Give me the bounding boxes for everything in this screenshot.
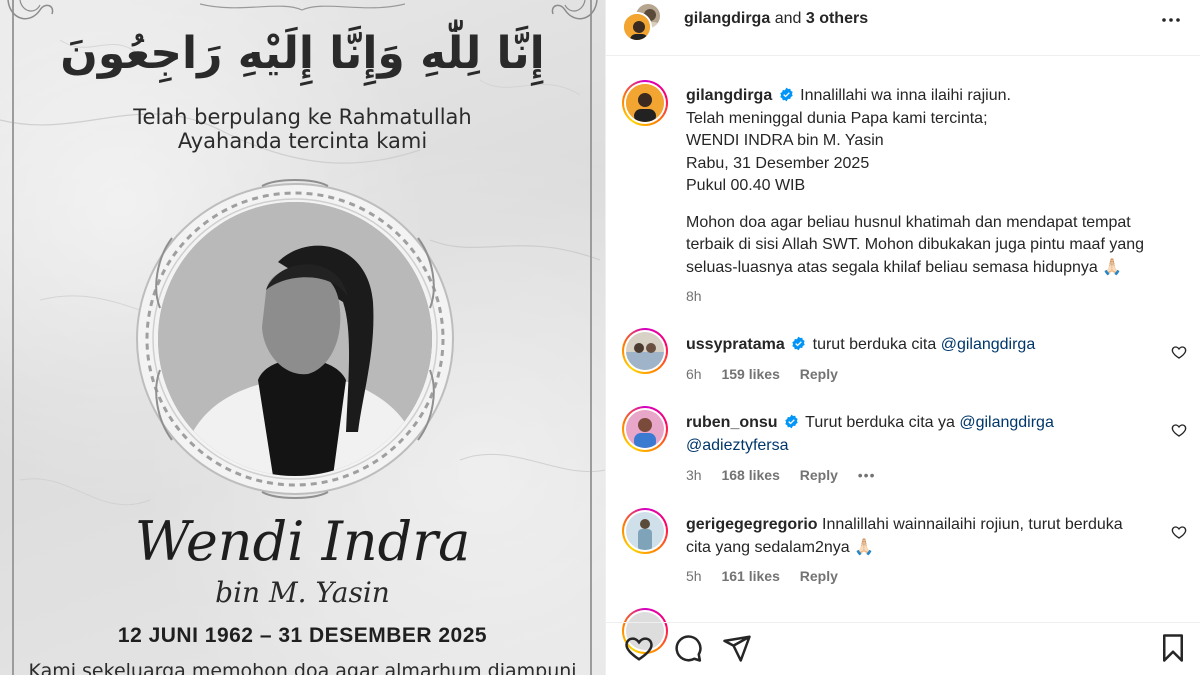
deceased-patronym: bin M. Yasin xyxy=(215,576,390,609)
more-horizontal-icon[interactable] xyxy=(1159,8,1183,32)
header-title: gilangdirga and 3 others xyxy=(684,10,868,28)
share-icon[interactable] xyxy=(722,633,752,663)
caption-line-2: Telah meninggal dunia Papa kami tercinta… xyxy=(686,109,988,127)
comment-reply-button[interactable]: Reply xyxy=(800,366,838,382)
comment-text: gerigegegregorio Innalillahi wainnailaih… xyxy=(686,514,1156,559)
comment-reply-button[interactable]: Reply xyxy=(800,568,838,584)
verified-badge-icon xyxy=(780,87,793,102)
comment-username[interactable]: ruben_onsu xyxy=(686,414,778,431)
caption-avatar[interactable] xyxy=(622,80,668,126)
portrait-silhouette xyxy=(158,202,432,476)
life-dates: 12 JUNI 1962 – 31 DESEMBER 2025 xyxy=(117,624,488,647)
comment-more-options[interactable]: ••• xyxy=(858,467,876,483)
comment-username[interactable]: gerigegegregorio xyxy=(686,516,818,533)
comment-time[interactable]: 3h xyxy=(686,467,702,483)
deceased-name: Wendi Indra xyxy=(134,510,471,573)
comment-avatar[interactable] xyxy=(622,406,668,452)
caption-username[interactable]: gilangdirga xyxy=(686,87,772,104)
closing-text: Kami sekeluarga memohon doa agar almarhu… xyxy=(28,660,577,675)
right-frame-line xyxy=(590,0,592,675)
collab-avatar-front xyxy=(622,12,652,42)
comment-username[interactable]: ussypratama xyxy=(686,336,785,353)
header-connector: and xyxy=(774,10,802,27)
collab-avatars[interactable] xyxy=(622,2,666,42)
comment-like-heart-icon[interactable] xyxy=(1171,422,1187,438)
caption-timestamp[interactable]: 8h xyxy=(686,285,1186,308)
intro-line-2: Ayahanda tercinta kami xyxy=(177,129,428,153)
comment-text: ruben_onsu Turut berduka cita ya @gilang… xyxy=(686,412,1156,457)
comment-body: Turut berduka cita ya xyxy=(805,414,955,431)
post-header: gilangdirga and 3 others xyxy=(606,0,1200,56)
comment-time[interactable]: 5h xyxy=(686,568,702,584)
comment-mention[interactable]: @gilangdirga xyxy=(941,336,1036,353)
comment-text: ussypratama turut berduka cita @gilangdi… xyxy=(686,334,1156,357)
post-image[interactable]: إِنَّا لِلّٰهِ وَإِنَّا إِلَيْهِ رَاجِعُ… xyxy=(0,0,605,675)
ornament-top-center xyxy=(200,3,405,11)
comment-likes[interactable]: 161 likes xyxy=(721,568,779,584)
caption-para2-line-2: terbaik di sisi Allah SWT. Mohon dibukak… xyxy=(686,236,1145,253)
comment-reply-button[interactable]: Reply xyxy=(800,467,838,483)
verified-badge-icon xyxy=(792,336,805,351)
post-side-panel: gilangdirga and 3 others gilangdirga Inn… xyxy=(605,0,1200,675)
comment-likes[interactable]: 159 likes xyxy=(721,366,779,382)
comment-time[interactable]: 6h xyxy=(686,366,702,382)
comment-body-line-2: cita yang sedalam2nya xyxy=(686,538,850,556)
comment-icon[interactable] xyxy=(673,633,703,663)
post-caption: gilangdirga Innalillahi wa inna ilaihi r… xyxy=(686,85,1186,308)
caption-line-1: Innalillahi wa inna ilaihi rajiun. xyxy=(800,87,1011,104)
comment-likes[interactable]: 168 likes xyxy=(721,467,779,483)
caption-para2-line-3: seluas-luasnya atas segala khilaf beliau… xyxy=(686,258,1098,276)
comment-avatar[interactable] xyxy=(622,328,668,374)
caption-line-3: WENDI INDRA bin M. Yasin xyxy=(686,132,884,149)
comment-meta: 6h 159 likes Reply xyxy=(686,366,854,382)
header-others[interactable]: 3 others xyxy=(806,10,868,27)
comment-meta: 5h 161 likes Reply xyxy=(686,568,854,584)
verified-badge-icon xyxy=(785,414,798,429)
comment-mention[interactable]: @gilangdirga xyxy=(959,414,1054,431)
comment-like-heart-icon[interactable] xyxy=(1171,344,1187,360)
left-frame-line xyxy=(12,0,14,675)
portrait-photo xyxy=(158,202,432,476)
arabic-calligraphy: إِنَّا لِلّٰهِ وَإِنَّا إِلَيْهِ رَاجِعُ… xyxy=(60,28,545,79)
header-username[interactable]: gilangdirga xyxy=(684,10,770,27)
heart-icon[interactable] xyxy=(624,633,654,663)
comment-avatar[interactable] xyxy=(622,508,668,554)
intro-line-1: Telah berpulang ke Rahmatullah xyxy=(133,105,472,129)
caption-para2-line-1: Mohon doa agar beliau husnul khatimah da… xyxy=(686,213,1131,231)
comment-body: Innalillahi wainnailaihi rojiun, turut b… xyxy=(822,516,1123,533)
comment-like-heart-icon[interactable] xyxy=(1171,524,1187,540)
comment-body: turut berduka cita xyxy=(812,336,937,353)
comment-meta: 3h 168 likes Reply ••• xyxy=(686,467,891,483)
praying-hands-emoji: 🙏🏻 xyxy=(854,538,875,556)
praying-hands-emoji: 🙏🏻 xyxy=(1102,258,1123,276)
portrait-frame xyxy=(132,178,458,500)
comment-mention-2[interactable]: @adieztyfersa xyxy=(686,437,789,454)
caption-line-4: Rabu, 31 Desember 2025 xyxy=(686,154,870,172)
bookmark-icon[interactable] xyxy=(1158,633,1188,663)
caption-line-5: Pukul 00.40 WIB xyxy=(686,177,806,194)
post-actions-bar xyxy=(606,622,1200,675)
